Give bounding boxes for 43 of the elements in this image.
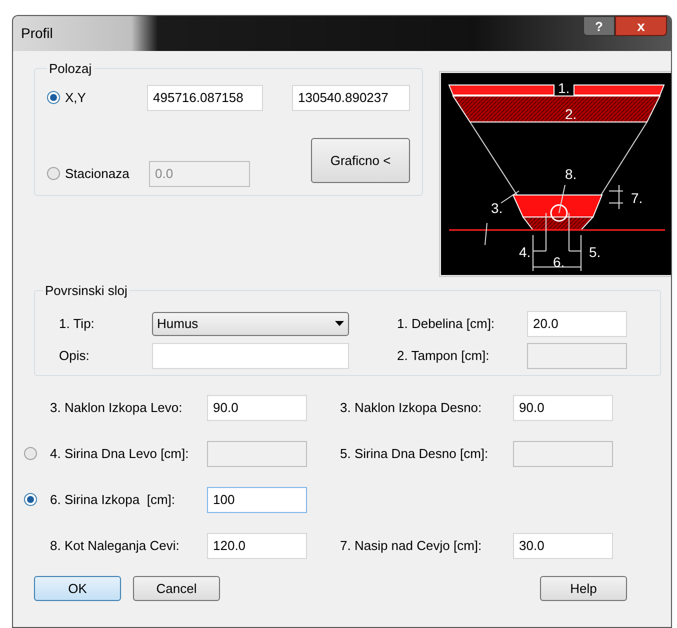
dialog-button[interactable]: OK [34, 576, 121, 601]
radio-button[interactable] [47, 91, 60, 104]
text-field[interactable]: 90.0 [513, 394, 613, 420]
group-title: Polozaj [48, 60, 93, 78]
help-button[interactable]: ? [583, 16, 615, 36]
text-field[interactable]: 30.0 [513, 532, 613, 558]
radio-label: X,Y [65, 88, 87, 107]
type-dropdown[interactable]: Humus [152, 312, 349, 336]
text-field[interactable] [152, 342, 349, 368]
diagram-label: 6. [553, 254, 565, 270]
diagram-label: 7. [631, 190, 643, 206]
field-label: 4. Sirina Dna Levo [cm]: [50, 444, 190, 463]
field-label: 3. Naklon Izkopa Desno: [340, 398, 483, 417]
field-label: 8. Kot Naleganja Cevi: [50, 536, 180, 555]
diagram-label: 8. [565, 166, 577, 182]
radio-label: Stacionaza [65, 164, 130, 183]
text-field[interactable]: 100 [207, 486, 307, 512]
radio-button[interactable] [24, 493, 37, 506]
text-field[interactable]: 120.0 [207, 532, 307, 558]
field-label: 1. Tip: [59, 314, 96, 333]
window-title: Profil [21, 24, 53, 43]
text-field[interactable]: 90.0 [207, 394, 307, 420]
field-label: 3. Naklon Izkopa Levo: [50, 398, 184, 417]
field-label: 5. Sirina Dna Desno [cm]: [340, 444, 490, 463]
close-button[interactable]: x [615, 16, 667, 36]
field-label: 2. Tampon [cm]: [397, 346, 490, 365]
text-field[interactable]: 20.0 [527, 310, 627, 336]
dropdown-arrow-icon [335, 321, 344, 326]
diagram-label: 5. [589, 244, 601, 260]
group-title: Povrsinski sloj [44, 282, 128, 300]
diagram-label: 4. [519, 244, 531, 260]
field-label: 7. Nasip nad Cevjo [cm]: [340, 536, 483, 555]
graphic-button[interactable]: Graficno < [311, 138, 410, 183]
text-field[interactable]: 495716.087158 [147, 84, 263, 110]
field-label: 6. Sirina Izkopa [cm]: [50, 490, 176, 509]
dialog-button[interactable]: Cancel [133, 576, 220, 601]
diagram-label: 3. [491, 200, 503, 216]
field-label: Opis: [59, 346, 90, 365]
diagram-label: 2. [565, 106, 577, 122]
field-label: 1. Debelina [cm]: [397, 314, 496, 333]
diagram-label: 1. [558, 80, 570, 96]
dialog-button[interactable]: Help [540, 576, 627, 601]
text-field[interactable]: 130540.890237 [292, 84, 410, 110]
